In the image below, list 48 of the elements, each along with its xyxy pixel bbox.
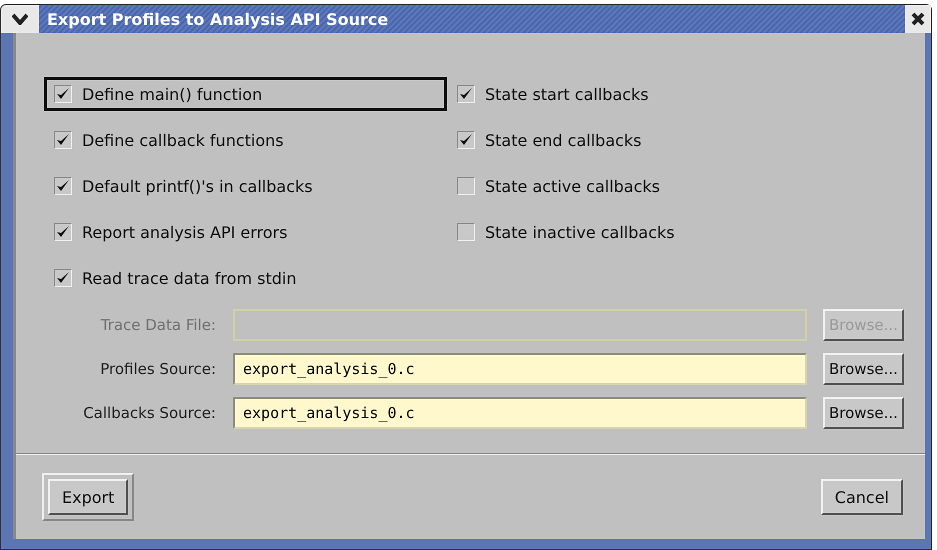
close-icon xyxy=(911,12,925,26)
checkbox-option[interactable]: State active callbacks xyxy=(447,169,685,203)
checkbox[interactable] xyxy=(457,85,475,103)
window-menu-button[interactable] xyxy=(1,5,39,33)
checkbox[interactable] xyxy=(457,131,475,149)
close-button[interactable] xyxy=(905,5,931,33)
checkmark-icon xyxy=(459,133,473,147)
file-path-field[interactable]: export_analysis_0.c xyxy=(233,397,807,429)
checkmark-icon xyxy=(56,87,70,101)
file-path-field[interactable]: export_analysis_0.c xyxy=(233,353,807,385)
checkbox-label: Define callback functions xyxy=(82,130,284,150)
checkbox-option[interactable]: State start callbacks xyxy=(447,77,685,111)
checkbox-label: Default printf()'s in callbacks xyxy=(82,176,313,196)
dialog-button[interactable]: Cancel xyxy=(820,479,903,515)
checkbox-option[interactable]: Report analysis API errors xyxy=(44,215,447,249)
checkbox[interactable] xyxy=(54,177,72,195)
checkbox-label: Read trace data from stdin xyxy=(82,268,296,288)
checkbox[interactable] xyxy=(54,85,72,103)
checkbox[interactable] xyxy=(54,269,72,287)
checkbox-label: State inactive callbacks xyxy=(485,222,675,242)
checkmark-icon xyxy=(56,271,70,285)
checkbox-option[interactable]: Read trace data from stdin xyxy=(44,261,447,295)
checkbox-label: State end callbacks xyxy=(485,130,642,150)
checkbox-option[interactable]: State end callbacks xyxy=(447,123,685,157)
checkbox-option[interactable]: Define main() function xyxy=(44,77,447,111)
checkbox[interactable] xyxy=(457,223,475,241)
checkmark-icon xyxy=(56,225,70,239)
browse-button[interactable]: Browse... xyxy=(823,353,904,385)
field-label: Profiles Source: xyxy=(99,360,216,378)
checkbox-label: State active callbacks xyxy=(485,176,660,196)
checkbox[interactable] xyxy=(54,223,72,241)
field-label: Trace Data File: xyxy=(100,316,216,334)
checkbox-option[interactable]: Define callback functions xyxy=(44,123,447,157)
checkmark-icon xyxy=(56,179,70,193)
window-title: Export Profiles to Analysis API Source xyxy=(46,10,390,28)
dialog-button[interactable]: Export xyxy=(48,479,128,515)
checkmark-icon xyxy=(56,133,70,147)
checkbox-label: Define main() function xyxy=(82,84,262,104)
chevron-down-icon xyxy=(12,13,28,25)
checkmark-icon xyxy=(459,87,473,101)
checkbox-option[interactable]: Default printf()'s in callbacks xyxy=(44,169,447,203)
checkbox-label: Report analysis API errors xyxy=(82,222,288,242)
field-label: Callbacks Source: xyxy=(82,404,216,422)
checkbox-label: State start callbacks xyxy=(485,84,649,104)
checkbox[interactable] xyxy=(457,177,475,195)
checkbox[interactable] xyxy=(54,131,72,149)
browse-button[interactable]: Browse... xyxy=(823,397,904,429)
checkbox-option[interactable]: State inactive callbacks xyxy=(447,215,685,249)
